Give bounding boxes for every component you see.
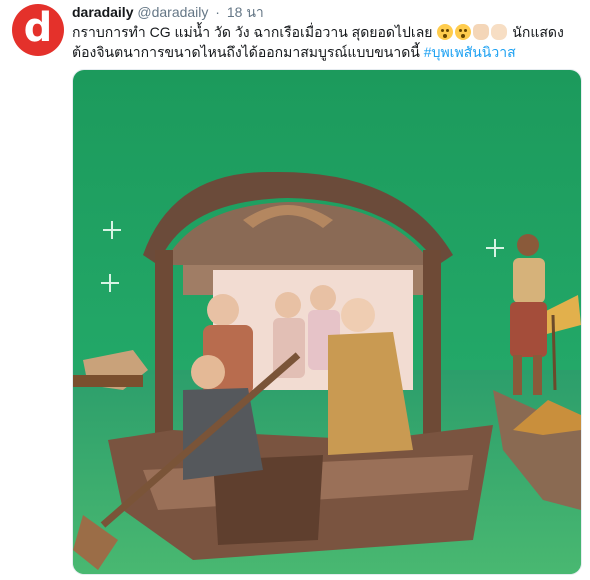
tweet-text: กราบการทำ CG แม่น้ำ วัด วัง ฉากเรือเมื่อ… <box>72 22 582 62</box>
tweet-header: daradaily @daradaily · 18 นา <box>72 2 264 20</box>
avatar-logo-letter: d <box>23 5 53 51</box>
astonished-face-icon <box>437 24 454 40</box>
thumbs-up-icon <box>473 24 490 40</box>
author-name[interactable]: daradaily <box>72 4 133 20</box>
hashtag-link[interactable]: #บุพเพสันนิวาส <box>424 44 516 60</box>
tweet-text-part1: กราบการทำ CG แม่น้ำ วัด วัง ฉากเรือเมื่อ… <box>72 24 433 40</box>
astonished-face-icon <box>455 24 472 40</box>
clapping-hands-icon <box>491 24 508 40</box>
tweet-timestamp[interactable]: 18 นา <box>227 4 264 20</box>
author-handle[interactable]: @daradaily <box>137 4 208 20</box>
tweet-photo[interactable] <box>72 69 582 575</box>
greenscreen-boat-photo <box>73 70 581 574</box>
avatar[interactable]: d <box>12 4 64 56</box>
separator-dot: · <box>215 4 220 20</box>
tweet[interactable]: d daradaily @daradaily · 18 นา กราบการทำ… <box>0 0 590 580</box>
